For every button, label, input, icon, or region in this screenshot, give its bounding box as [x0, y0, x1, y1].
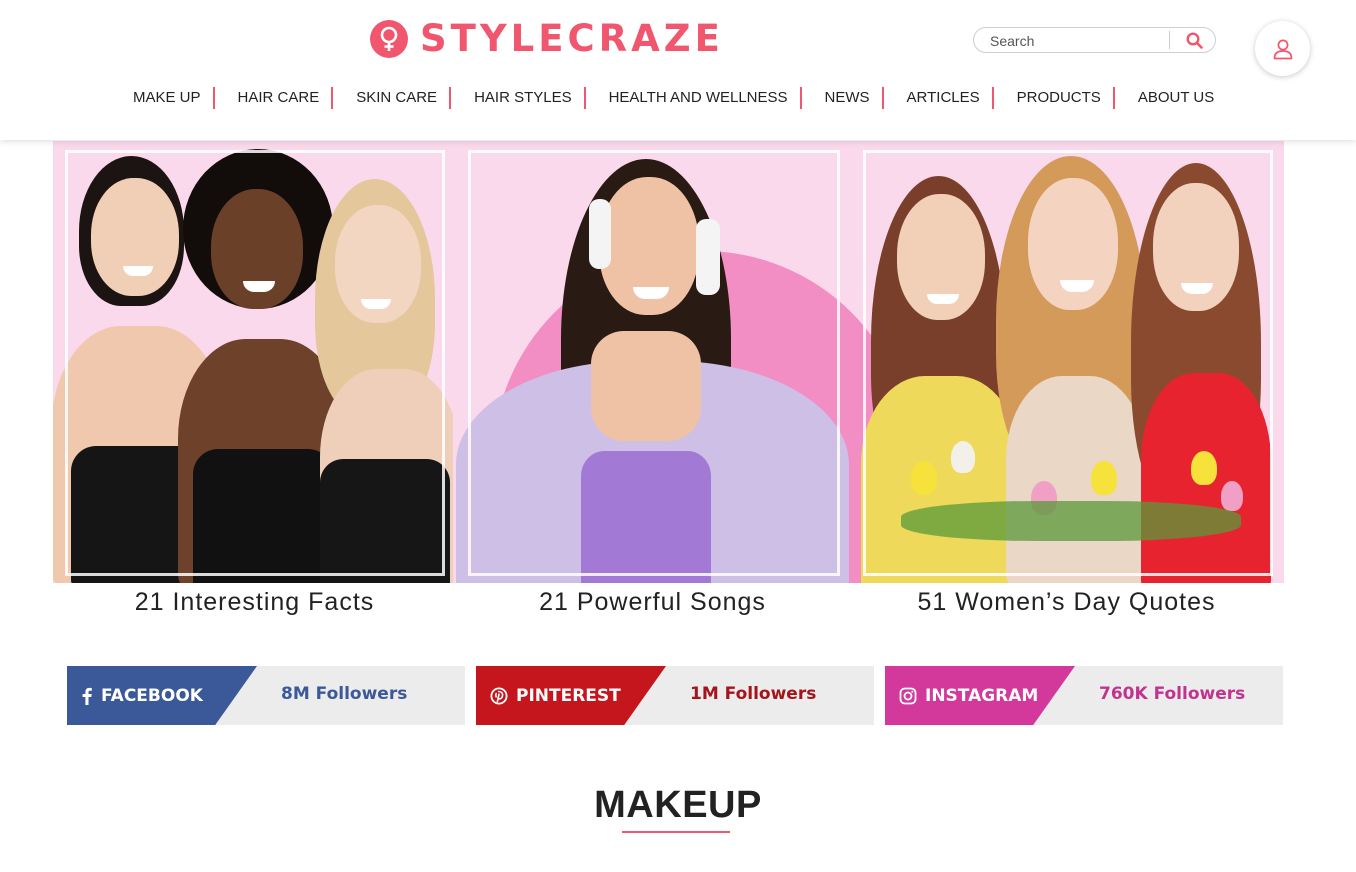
instagram-label-block: INSTAGRAM	[885, 666, 1075, 725]
nav-item-about-us[interactable]: ABOUT US	[1115, 87, 1226, 109]
facebook-icon	[82, 687, 92, 705]
nav-item-hair-styles[interactable]: HAIR STYLES	[451, 87, 586, 109]
image-frame	[468, 150, 840, 576]
section-title-underline	[622, 831, 730, 833]
nav-item-articles[interactable]: ARTICLES	[884, 87, 994, 109]
nav-item-news[interactable]: NEWS	[802, 87, 884, 109]
main-nav: MAKE UP HAIR CARE SKIN CARE HAIR STYLES …	[121, 86, 1226, 110]
search-icon	[1185, 31, 1203, 49]
search-divider	[1169, 31, 1170, 49]
image-frame	[863, 150, 1273, 576]
pinterest-label-block: PINTEREST	[476, 666, 666, 725]
pinterest-follow-card[interactable]: PINTEREST 1M Followers	[476, 666, 874, 725]
facebook-follow-card[interactable]: FACEBOOK 8M Followers	[67, 666, 465, 725]
instagram-follow-card[interactable]: INSTAGRAM 760K Followers	[885, 666, 1283, 725]
search-input[interactable]	[990, 31, 1165, 50]
site-header: STYLECRAZE MAKE UP HAIR CARE SKIN CARE H…	[0, 0, 1356, 140]
site-logo[interactable]: STYLECRAZE	[370, 18, 724, 60]
facebook-name: FACEBOOK	[101, 685, 203, 706]
hero-image-interesting-facts[interactable]	[53, 141, 453, 583]
nav-item-products[interactable]: PRODUCTS	[994, 87, 1115, 109]
search-box	[973, 27, 1216, 53]
female-symbol-icon	[370, 20, 408, 58]
hero-image-womens-day-quotes[interactable]	[851, 141, 1284, 583]
feature-link-powerful-songs[interactable]: 21 Powerful Songs	[456, 588, 849, 617]
pinterest-icon	[490, 687, 508, 704]
feature-link-interesting-facts[interactable]: 21 Interesting Facts	[53, 588, 456, 617]
nav-item-make-up[interactable]: MAKE UP	[121, 87, 215, 109]
instagram-icon	[899, 687, 917, 704]
nav-item-skin-care[interactable]: SKIN CARE	[333, 87, 452, 109]
instagram-followers: 760K Followers	[1099, 684, 1246, 704]
pinterest-name: PINTEREST	[516, 685, 621, 706]
facebook-label-block: FACEBOOK	[67, 666, 257, 725]
nav-item-hair-care[interactable]: HAIR CARE	[215, 87, 334, 109]
feature-link-womens-day-quotes[interactable]: 51 Women’s Day Quotes	[849, 588, 1284, 617]
image-frame	[65, 150, 445, 576]
pinterest-followers: 1M Followers	[690, 684, 817, 704]
search-button[interactable]	[1174, 28, 1214, 52]
user-account-button[interactable]	[1255, 21, 1310, 76]
instagram-name: INSTAGRAM	[925, 685, 1039, 706]
nav-item-health-and-wellness[interactable]: HEALTH AND WELLNESS	[586, 87, 802, 109]
hero-banner	[53, 141, 1284, 583]
logo-text: STYLECRAZE	[420, 17, 724, 60]
facebook-followers: 8M Followers	[281, 684, 408, 704]
user-icon	[1273, 39, 1292, 59]
hero-captions: 21 Interesting Facts 21 Powerful Songs 5…	[53, 588, 1284, 622]
hero-image-powerful-songs[interactable]	[456, 141, 849, 583]
section-title-makeup: MAKEUP	[594, 784, 762, 826]
